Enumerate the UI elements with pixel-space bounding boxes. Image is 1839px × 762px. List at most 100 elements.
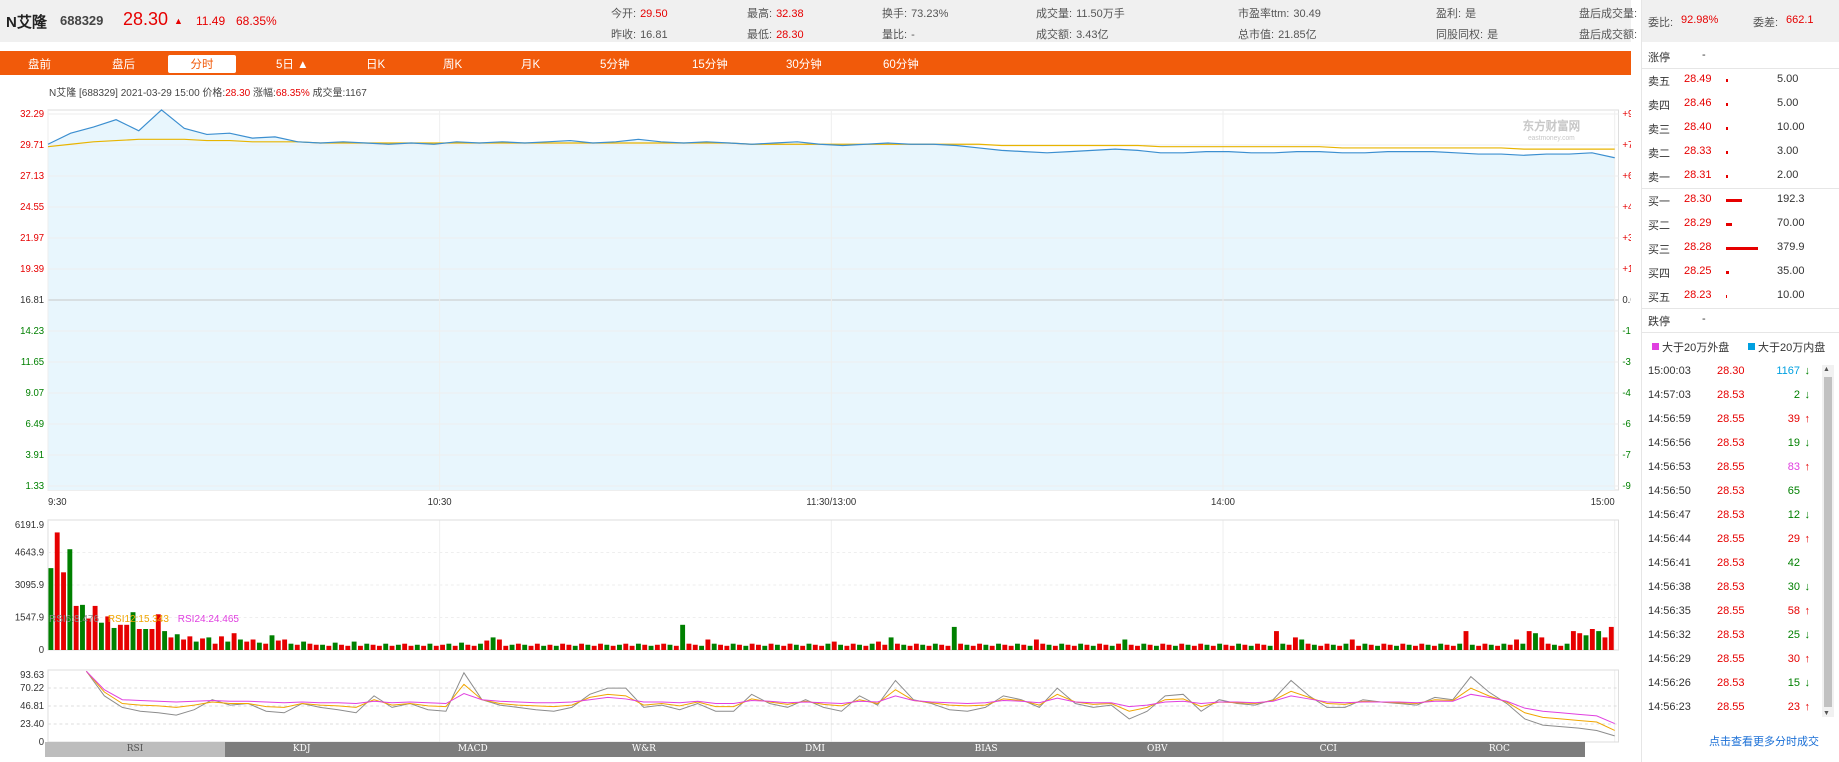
volume-bar <box>705 639 711 650</box>
volume-bar <box>996 643 1001 650</box>
volume-bar <box>117 624 123 650</box>
trade-row: 14:56:50 28.53 65 <box>1642 480 1839 504</box>
volume-bar <box>307 643 313 650</box>
volume-bar <box>383 643 389 650</box>
weicha-value: 662.1 <box>1786 14 1814 26</box>
indicator-tab-kdj[interactable]: KDJ <box>216 742 387 757</box>
book-volume: 5.00 <box>1777 73 1799 85</box>
volume-bar <box>111 627 117 650</box>
volume-bar <box>193 641 199 650</box>
volume-bar <box>642 644 648 650</box>
trade-time: 14:57:03 <box>1648 389 1691 401</box>
volume-bar <box>1362 643 1368 650</box>
scroll-up-icon[interactable]: ▲ <box>1823 366 1830 373</box>
book-price: 28.33 <box>1684 145 1712 157</box>
volume-bar <box>174 634 180 650</box>
volume-bar <box>294 644 300 650</box>
volume-bar <box>1570 631 1576 650</box>
book-volume-bar <box>1726 103 1728 106</box>
volume-bar <box>313 644 319 650</box>
volume-bar <box>1166 644 1172 650</box>
volume-bar <box>585 644 591 650</box>
indicator-tab-cci[interactable]: CCI <box>1243 742 1414 757</box>
volume-bar <box>1236 643 1242 650</box>
volume-bar <box>143 629 149 650</box>
intraday-chart[interactable]: 32.29 +92.09% 29.71 +76.74% 27.13 +61.39% 24.5… <box>0 0 1631 762</box>
trade-time: 14:56:41 <box>1648 557 1691 569</box>
volume-bar <box>522 644 528 650</box>
pct-y-tick: +76.74% <box>1622 140 1631 151</box>
order-book-panel: 委比: 92.98% 委差: 662.1 涨停 - 卖五 28.49 5.00 卖四 28.… <box>1641 0 1839 762</box>
indicator-tab-dmi[interactable]: DMI <box>729 742 900 757</box>
volume-bar <box>446 643 452 650</box>
trade-row: 14:56:47 28.53 12 ↓ <box>1642 504 1839 528</box>
volume-bar <box>1040 643 1046 650</box>
volume-bar <box>427 643 433 650</box>
limit-down-row: 跌停 - <box>1642 308 1839 332</box>
volume-bar <box>1078 643 1084 650</box>
volume-bar <box>1457 643 1463 650</box>
indicator-tabs: RSI KDJ MACD W&R DMI BIAS OBV CCI ROC <box>45 742 1585 757</box>
volume-bar <box>503 645 509 650</box>
volume-bar <box>648 645 654 650</box>
rsi6-legend: RSI6:8.476 <box>49 614 100 625</box>
pct-y-tick: +30.70% <box>1622 233 1631 244</box>
book-volume-bar <box>1726 79 1728 82</box>
volume-bar <box>1577 633 1583 650</box>
volume-bar <box>635 643 641 650</box>
rsi-y-tick: 23.40 <box>20 719 45 730</box>
volume-bar <box>1261 644 1267 650</box>
volume-bar <box>1198 643 1204 650</box>
pct-y-tick: -76.74% <box>1622 450 1631 461</box>
volume-bar <box>1160 643 1166 650</box>
volume-bar <box>1229 645 1235 650</box>
pct-y-tick: -92.09% <box>1622 481 1631 492</box>
volume-bar <box>1526 631 1532 650</box>
pct-y-tick: +61.39% <box>1622 171 1631 182</box>
volume-bar <box>1046 644 1052 650</box>
indicator-tab-wr[interactable]: W&R <box>558 742 729 757</box>
volume-bar <box>124 624 130 650</box>
price-y-tick: 24.55 <box>20 202 45 213</box>
volume-bar <box>1223 644 1229 650</box>
book-level-label: 涨停 <box>1648 52 1670 64</box>
volume-bar <box>1337 645 1343 650</box>
rsi-legend: RSI6:8.476 RSI12:15.343 RSI24:24.465 <box>49 614 239 625</box>
volume-bar <box>1311 644 1317 650</box>
volume-bar <box>560 643 566 650</box>
volume-bar <box>970 645 976 650</box>
volume-bar <box>1596 631 1602 650</box>
volume-bar <box>1520 643 1526 650</box>
volume-bar <box>1463 631 1469 650</box>
volume-bar <box>680 624 686 650</box>
book-level-label: 卖五 <box>1648 76 1670 88</box>
volume-bar <box>610 645 616 650</box>
trade-direction-icon: ↑ <box>1804 653 1811 665</box>
trade-direction-icon: ↑ <box>1804 413 1811 425</box>
indicator-tab-rsi[interactable]: RSI <box>45 742 225 757</box>
more-trades-link[interactable]: 点击查看更多分时成交 <box>1709 733 1819 749</box>
indicator-tab-roc[interactable]: ROC <box>1414 742 1585 757</box>
trades-scrollbar-thumb[interactable] <box>1824 377 1832 707</box>
volume-bar <box>1015 643 1020 650</box>
trade-time: 14:56:59 <box>1648 413 1691 425</box>
weicha-label: 委差: <box>1753 17 1779 29</box>
pct-y-tick: +15.35% <box>1622 264 1631 275</box>
volume-bar <box>1431 645 1437 650</box>
trade-time: 14:56:44 <box>1648 533 1691 545</box>
trade-row: 14:56:26 28.53 15 ↓ <box>1642 672 1839 696</box>
trade-price: 28.53 <box>1717 581 1745 593</box>
pct-y-tick: -30.70% <box>1622 357 1631 368</box>
volume-bar <box>863 645 869 650</box>
indicator-tab-obv[interactable]: OBV <box>1072 742 1243 757</box>
trade-volume: 23 <box>1787 701 1800 713</box>
book-volume: 5.00 <box>1777 97 1799 109</box>
scroll-down-icon[interactable]: ▼ <box>1823 710 1830 717</box>
book-volume-bar <box>1726 151 1728 154</box>
indicator-tab-macd[interactable]: MACD <box>387 742 558 757</box>
volume-bar <box>781 645 787 650</box>
indicator-tab-bias[interactable]: BIAS <box>901 742 1072 757</box>
volume-bar <box>282 639 288 650</box>
rsi-y-tick: 46.81 <box>20 701 44 712</box>
volume-bar <box>440 644 446 650</box>
